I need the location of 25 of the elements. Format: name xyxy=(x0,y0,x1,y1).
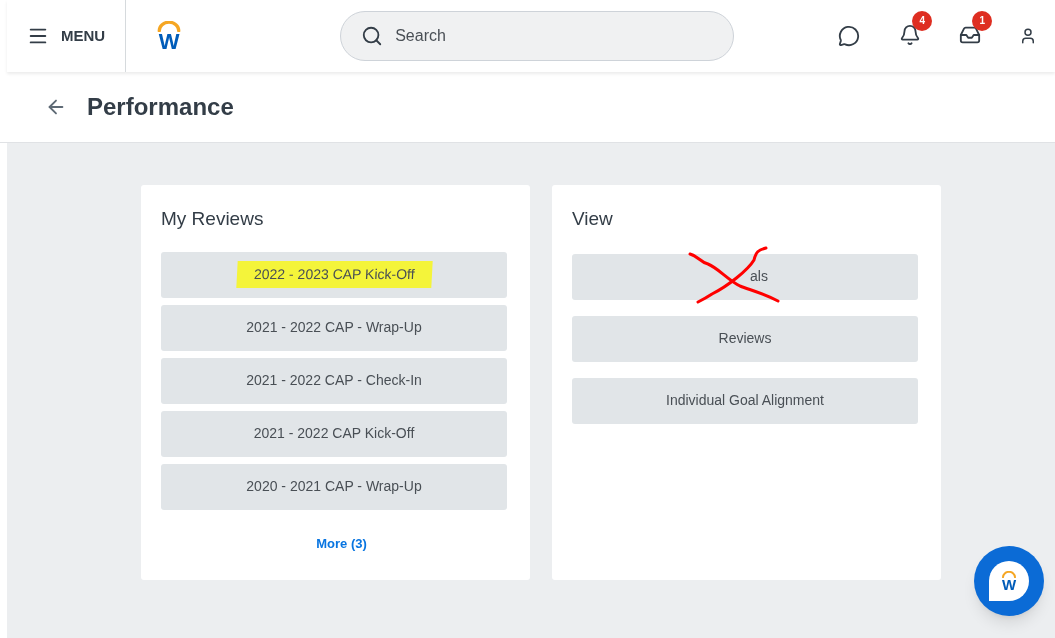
search-field[interactable]: Search xyxy=(395,24,696,48)
more-link[interactable]: More (3) xyxy=(316,533,367,553)
bell-icon xyxy=(899,23,922,46)
speech-bubble-logo: W xyxy=(989,561,1029,601)
view-button[interactable]: als xyxy=(572,253,918,300)
search-bar[interactable]: Search xyxy=(340,11,735,61)
review-button[interactable]: 2021 - 2022 CAP - Wrap-Up xyxy=(161,304,507,351)
card-title: My Reviews xyxy=(161,207,265,231)
card-title: View xyxy=(572,207,614,231)
notification-count: 4 xyxy=(912,10,933,31)
assistant-button[interactable]: W xyxy=(974,546,1044,616)
review-button[interactable]: 2020 - 2021 CAP - Wrap-Up xyxy=(161,463,507,510)
review-button[interactable]: 2022 - 2023 CAP Kick-Off xyxy=(161,251,507,298)
chat-icon xyxy=(838,25,861,47)
view-button[interactable]: Individual Goal Alignment xyxy=(572,377,918,424)
review-button[interactable]: 2021 - 2022 CAP - Check-In xyxy=(161,357,507,404)
logo[interactable]: W xyxy=(154,20,185,52)
arc-icon xyxy=(156,20,183,32)
page-title: Performance xyxy=(87,92,234,122)
arc-icon xyxy=(1001,570,1017,578)
menu-button[interactable]: MENU xyxy=(7,0,126,72)
review-button[interactable]: 2021 - 2022 CAP Kick-Off xyxy=(161,410,507,457)
view-button[interactable]: Reviews xyxy=(572,315,918,362)
inbox-count: 1 xyxy=(972,10,993,31)
search-icon xyxy=(361,25,384,47)
